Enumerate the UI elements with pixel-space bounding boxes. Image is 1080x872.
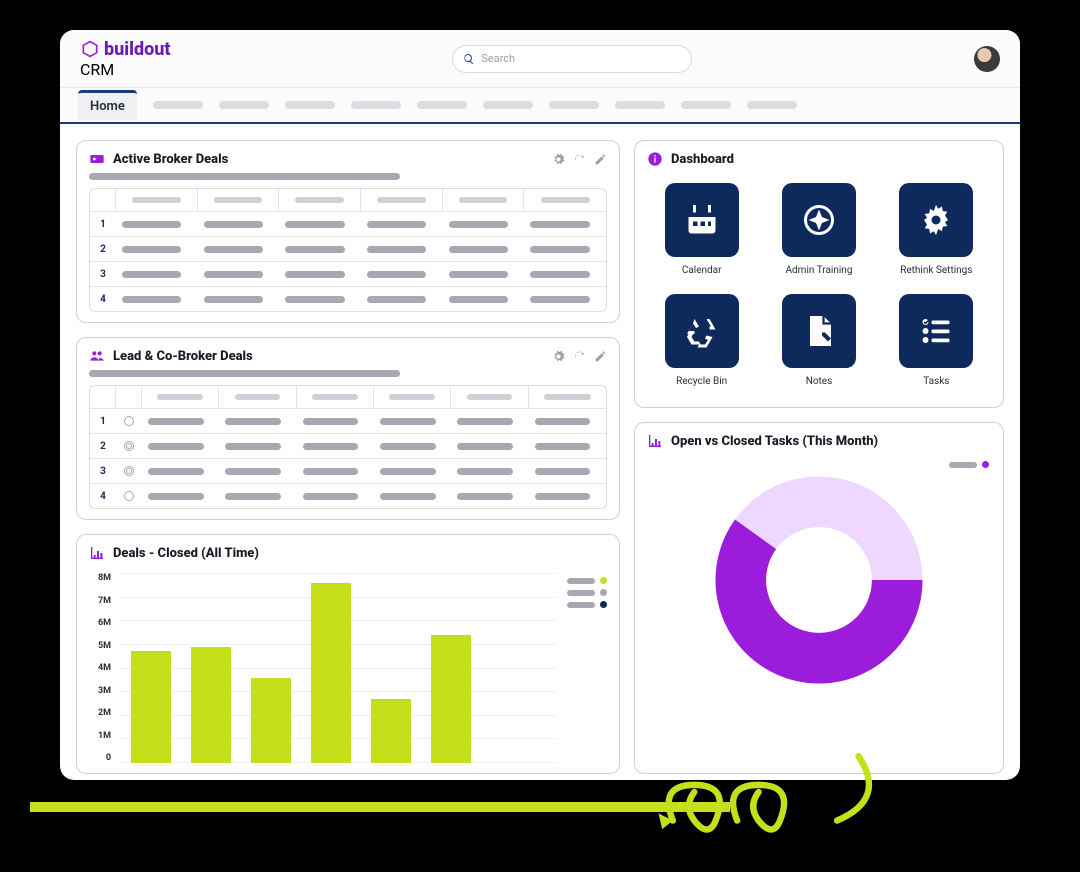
- dash-item-compass[interactable]: Admin Training: [772, 183, 865, 276]
- table-row[interactable]: 1: [90, 212, 606, 237]
- card-dashboard: Dashboard Calendar Admin Training Rethink …: [634, 140, 1004, 408]
- card-title: Dashboard: [671, 152, 734, 167]
- edit-icon[interactable]: [594, 153, 607, 166]
- decorative-underline: [30, 802, 730, 812]
- search-input[interactable]: Search: [452, 45, 692, 73]
- bar-chart: 8M7M6M5M4M3M2M1M0: [89, 567, 607, 763]
- dash-item-checklist[interactable]: Tasks: [890, 294, 983, 387]
- dash-label: Calendar: [682, 265, 722, 276]
- deals-table: 1 2 3 4: [89, 188, 607, 312]
- dash-label: Notes: [806, 376, 833, 387]
- edit-icon[interactable]: [594, 350, 607, 363]
- tab-placeholder[interactable]: [219, 101, 269, 109]
- card-active-broker-deals: Active Broker Deals 1 2 3: [76, 140, 620, 323]
- bar: [251, 678, 291, 764]
- tab-placeholder[interactable]: [285, 101, 335, 109]
- search-icon: [463, 53, 475, 65]
- compass-icon: [782, 183, 856, 257]
- tab-placeholder[interactable]: [747, 101, 797, 109]
- donut-chart: [647, 455, 991, 695]
- dash-item-calendar[interactable]: Calendar: [655, 183, 748, 276]
- table-row[interactable]: 3: [90, 262, 606, 287]
- table-row[interactable]: 2: [90, 237, 606, 262]
- brand-text: buildout: [104, 39, 171, 60]
- card-deals-closed: Deals - Closed (All Time) 8M7M6M5M4M3M2M…: [76, 534, 620, 774]
- gear-icon[interactable]: [552, 153, 565, 166]
- search-placeholder: Search: [481, 52, 515, 65]
- tab-placeholder[interactable]: [417, 101, 467, 109]
- table-row[interactable]: 4: [90, 484, 606, 508]
- card-title: Lead & Co-Broker Deals: [113, 349, 253, 364]
- checklist-icon: [899, 294, 973, 368]
- chart-bars: [121, 573, 557, 763]
- tab-placeholder[interactable]: [549, 101, 599, 109]
- bar: [191, 647, 231, 763]
- topbar: buildout CRM Search: [60, 30, 1020, 88]
- chart-icon: [647, 433, 663, 449]
- leads-table: 1 2 3 4: [89, 385, 607, 509]
- tab-home[interactable]: Home: [78, 90, 137, 120]
- gear-icon[interactable]: [552, 350, 565, 363]
- bar: [311, 583, 351, 764]
- tab-placeholder[interactable]: [351, 101, 401, 109]
- chart-icon: [89, 545, 105, 561]
- recycle-icon: [665, 294, 739, 368]
- card-title: Deals - Closed (All Time): [113, 546, 259, 561]
- note-icon: [782, 294, 856, 368]
- tab-placeholder[interactable]: [483, 101, 533, 109]
- y-axis: 8M7M6M5M4M3M2M1M0: [89, 573, 111, 763]
- chart-legend: [567, 573, 607, 763]
- card-lead-cobroker-deals: Lead & Co-Broker Deals 1 2 3: [76, 337, 620, 520]
- table-row[interactable]: 3: [90, 459, 606, 484]
- user-avatar[interactable]: [974, 46, 1000, 72]
- dash-item-note[interactable]: Notes: [772, 294, 865, 387]
- logo-icon: [80, 39, 100, 59]
- refresh-icon[interactable]: [573, 350, 586, 363]
- tab-placeholder[interactable]: [681, 101, 731, 109]
- table-row[interactable]: 1: [90, 409, 606, 434]
- dashboard-grid: Calendar Admin Training Rethink Settings Re…: [647, 173, 991, 397]
- card-title: Open vs Closed Tasks (This Month): [671, 434, 878, 449]
- refresh-icon[interactable]: [573, 153, 586, 166]
- tab-placeholder[interactable]: [153, 101, 203, 109]
- info-icon: [647, 151, 663, 167]
- donut-legend: [949, 457, 989, 468]
- brand-subtext: CRM: [80, 60, 171, 79]
- dash-item-gear[interactable]: Rethink Settings: [890, 183, 983, 276]
- table-row[interactable]: 2: [90, 434, 606, 459]
- dash-label: Rethink Settings: [900, 265, 972, 276]
- table-row[interactable]: 4: [90, 287, 606, 311]
- people-icon: [89, 348, 105, 364]
- dash-label: Tasks: [923, 376, 949, 387]
- bar: [131, 651, 171, 763]
- gear-icon: [899, 183, 973, 257]
- table-header: [90, 386, 606, 409]
- subtitle-placeholder: [89, 370, 400, 377]
- dash-label: Recycle Bin: [676, 376, 727, 387]
- deals-icon: [89, 151, 105, 167]
- calendar-icon: [665, 183, 739, 257]
- subtitle-placeholder: [89, 173, 400, 180]
- app-window: buildout CRM Search Home Active: [60, 30, 1020, 780]
- dash-item-recycle[interactable]: Recycle Bin: [655, 294, 748, 387]
- table-header: [90, 189, 606, 212]
- logo: buildout CRM: [80, 39, 171, 79]
- bar: [371, 699, 411, 763]
- tab-placeholder[interactable]: [615, 101, 665, 109]
- dash-label: Admin Training: [786, 265, 853, 276]
- card-title: Active Broker Deals: [113, 152, 228, 167]
- bar: [431, 635, 471, 763]
- nav-tabs: Home: [60, 88, 1020, 124]
- card-open-closed-tasks: Open vs Closed Tasks (This Month): [634, 422, 1004, 774]
